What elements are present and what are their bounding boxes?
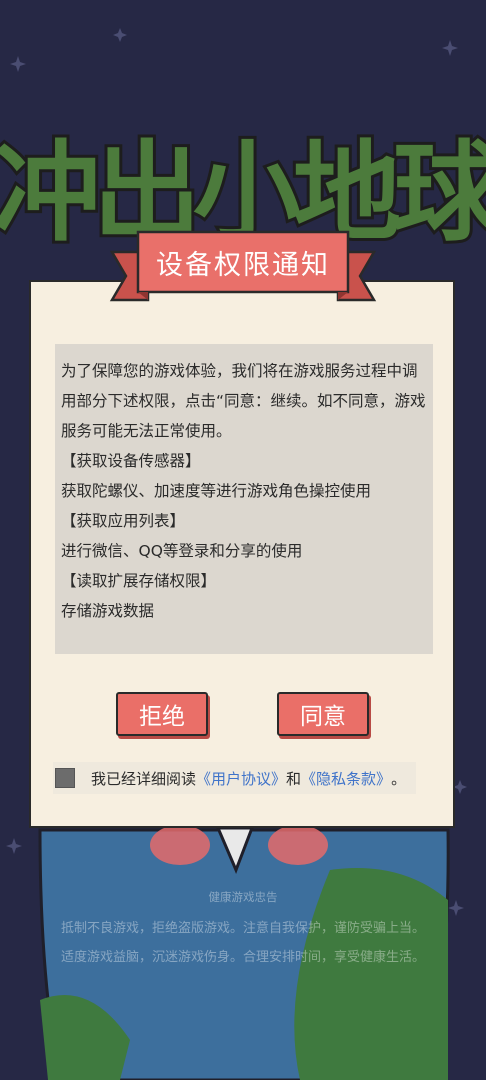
privacy-policy-link[interactable]: 《隐私条款》 [301,768,391,789]
permission-desc-sensor: 获取陀螺仪、加速度等进行游戏角色操控使用 [61,482,372,500]
health-notice-line-2: 适度游戏益脑，沉迷游戏伤身。合理安排时间，享受健康生活。 [60,950,425,965]
intro-paragraph: 为了保障您的游戏体验，我们将在游戏服务过程中调用部分下述权限，点击“同意：继续。… [61,362,426,440]
permission-heading-app-list: 【获取应用列表】 [61,512,186,530]
consent-row: 我已经详细阅读 《用户协议》 和 《隐私条款》 。 [53,762,417,794]
permission-heading-storage: 【读取扩展存储权限】 [61,572,217,590]
permission-heading-sensor: 【获取设备传感器】 [61,452,201,470]
permission-dialog: 为了保障您的游戏体验，我们将在游戏服务过程中调用部分下述权限，点击“同意：继续。… [29,280,455,828]
consent-suffix: 。 [391,769,407,788]
agree-button[interactable]: 同意 [277,692,369,736]
permission-desc-app-list: 进行微信、QQ等登录和分享的使用 [61,542,303,560]
dialog-title: 设备权限通知 [156,249,330,281]
consent-and: 和 [286,769,302,788]
permission-text-box: 为了保障您的游戏体验，我们将在游戏服务过程中调用部分下述权限，点击“同意：继续。… [55,344,433,654]
reject-button[interactable]: 拒绝 [116,692,208,736]
user-agreement-link[interactable]: 《用户协议》 [196,768,286,789]
consent-prefix: 我已经详细阅读 [91,769,197,788]
permission-desc-storage: 存储游戏数据 [61,602,155,620]
health-notice-title: 健康游戏忠告 [208,890,278,904]
health-notice-line-1: 抵制不良游戏，拒绝盗版游戏。注意自我保护，谨防受骗上当。 [60,921,425,936]
consent-checkbox[interactable] [55,768,75,788]
